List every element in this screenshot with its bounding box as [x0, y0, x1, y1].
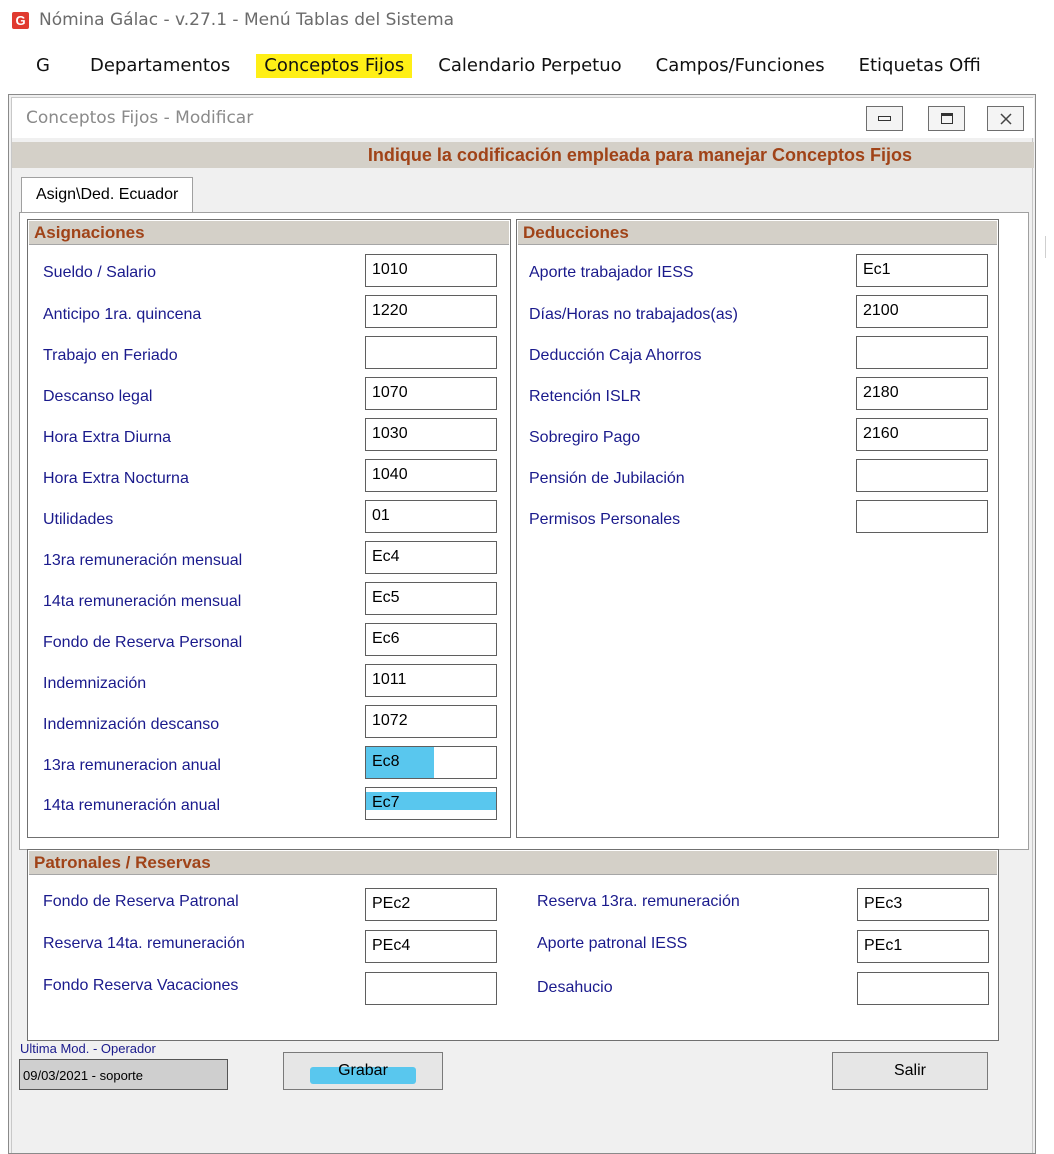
label-fondo-reserva-vacaciones: Fondo Reserva Vacaciones: [43, 977, 239, 994]
label-permisos-personales: Permisos Personales: [529, 511, 681, 528]
label-14ta-remuneracion-anual: 14ta remuneración anual: [43, 797, 221, 814]
last-mod-value: 09/03/2021 - soporte: [19, 1059, 228, 1090]
field-hora-extra-nocturna[interactable]: 1040: [365, 459, 497, 492]
label-pension-jubilacion: Pensión de Jubilación: [529, 470, 685, 487]
patronales-group: Patronales / Reservas Fondo de Reserva P…: [27, 849, 999, 1041]
field-permisos-personales[interactable]: [856, 500, 988, 533]
save-button-label: Grabar: [338, 1062, 388, 1079]
minimize-icon: [878, 116, 891, 121]
field-sueldo-salario[interactable]: 1010: [365, 254, 497, 287]
label-aporte-patronal-iess: Aporte patronal IESS: [537, 935, 688, 952]
field-desahucio[interactable]: [857, 972, 989, 1005]
window-title: Conceptos Fijos - Modificar: [26, 108, 254, 128]
label-reserva-13ra-remuneracion: Reserva 13ra. remuneración: [537, 893, 740, 910]
menu-item-g[interactable]: G: [28, 54, 58, 78]
label-deduccion-caja-ahorros: Deducción Caja Ahorros: [529, 347, 702, 364]
label-indemnizacion: Indemnización: [43, 675, 147, 692]
field-anticipo-quincena[interactable]: 1220: [365, 295, 497, 328]
field-14ta-remuneracion-mensual[interactable]: Ec5: [365, 582, 497, 615]
asignaciones-header: Asignaciones: [29, 221, 509, 245]
field-pension-jubilacion[interactable]: [856, 459, 988, 492]
menu-item-conceptos-fijos[interactable]: Conceptos Fijos: [256, 54, 413, 78]
field-aporte-trabajador-iess[interactable]: Ec1: [856, 254, 988, 287]
field-fondo-reserva-vacaciones[interactable]: [365, 972, 497, 1005]
field-retencion-islr[interactable]: 2180: [856, 377, 988, 410]
minimize-button[interactable]: [866, 106, 903, 131]
field-dias-horas-no-trabajados[interactable]: 2100: [856, 295, 988, 328]
label-aporte-trabajador-iess: Aporte trabajador IESS: [529, 264, 694, 281]
label-dias-horas-no-trabajados: Días/Horas no trabajados(as): [529, 306, 738, 323]
menu-item-departamentos[interactable]: Departamentos: [82, 54, 238, 78]
deducciones-group: Deducciones Aporte trabajador IESS Ec1 D…: [516, 219, 999, 838]
exit-button-label: Salir: [893, 1062, 926, 1079]
label-hora-extra-nocturna: Hora Extra Nocturna: [43, 470, 189, 487]
label-hora-extra-diurna: Hora Extra Diurna: [43, 429, 172, 446]
last-mod-label: Ultima Mod. - Operador: [20, 1041, 156, 1056]
restore-icon: [940, 113, 953, 124]
field-13ra-remuneracion-anual[interactable]: Ec8: [365, 746, 497, 779]
label-descanso-legal: Descanso legal: [43, 388, 153, 405]
conceptos-fijos-window: Conceptos Fijos - Modificar Indique la c…: [8, 94, 1036, 1154]
label-13ra-remuneracion-anual: 13ra remuneracion anual: [43, 757, 221, 774]
field-descanso-legal[interactable]: 1070: [365, 377, 497, 410]
close-button[interactable]: [987, 106, 1024, 131]
menu-item-calendario-perpetuo[interactable]: Calendario Perpetuo: [430, 54, 629, 78]
asignaciones-group: Asignaciones Sueldo / Salario 1010 Antic…: [27, 219, 511, 838]
app-title-bar: G Nómina Gálac - v.27.1 - Menú Tablas de…: [12, 8, 454, 32]
tab-asign-ded-ecuador[interactable]: Asign\Ded. Ecuador: [21, 177, 194, 213]
scrollbar-edge[interactable]: [1045, 236, 1054, 258]
label-utilidades: Utilidades: [43, 511, 114, 528]
app-title: Nómina Gálac - v.27.1 - Menú Tablas del …: [39, 10, 455, 30]
save-button[interactable]: Grabar: [283, 1052, 443, 1090]
field-sobregiro-pago[interactable]: 2160: [856, 418, 988, 451]
label-desahucio: Desahucio: [537, 979, 613, 996]
field-13ra-remuneracion-mensual[interactable]: Ec4: [365, 541, 497, 574]
restore-button[interactable]: [928, 106, 965, 131]
field-fondo-reserva-personal[interactable]: Ec6: [365, 623, 497, 656]
field-hora-extra-diurna[interactable]: 1030: [365, 418, 497, 451]
label-anticipo-quincena: Anticipo 1ra. quincena: [43, 306, 202, 323]
label-retencion-islr: Retención ISLR: [529, 388, 642, 405]
field-deduccion-caja-ahorros[interactable]: [856, 336, 988, 369]
label-fondo-reserva-patronal: Fondo de Reserva Patronal: [43, 893, 239, 910]
field-aporte-patronal-iess[interactable]: PEc1: [857, 930, 989, 963]
close-icon: [999, 112, 1012, 125]
label-13ra-remuneracion-mensual: 13ra remuneración mensual: [43, 552, 243, 569]
field-fondo-reserva-patronal[interactable]: PEc2: [365, 888, 497, 921]
deducciones-header: Deducciones: [518, 221, 997, 245]
patronales-header: Patronales / Reservas: [29, 851, 997, 875]
app-logo-icon: G: [12, 11, 29, 29]
label-fondo-reserva-personal: Fondo de Reserva Personal: [43, 634, 243, 651]
field-indemnizacion[interactable]: 1011: [365, 664, 497, 697]
menu-item-campos-funciones[interactable]: Campos/Funciones: [648, 54, 833, 78]
label-sobregiro-pago: Sobregiro Pago: [529, 429, 641, 446]
menu-item-etiquetas-office[interactable]: Etiquetas Offi: [851, 54, 989, 78]
exit-button[interactable]: Salir: [832, 1052, 988, 1090]
label-14ta-remuneracion-mensual: 14ta remuneración mensual: [43, 593, 242, 610]
window-title-bar[interactable]: Conceptos Fijos - Modificar: [12, 98, 1034, 138]
instruction-banner: Indique la codificación empleada para ma…: [12, 142, 1034, 168]
field-reserva-13ra-remuneracion[interactable]: PEc3: [857, 888, 989, 921]
label-reserva-14ta-remuneracion: Reserva 14ta. remuneración: [43, 935, 245, 952]
label-trabajo-feriado: Trabajo en Feriado: [43, 347, 178, 364]
field-trabajo-feriado[interactable]: [365, 336, 497, 369]
label-sueldo-salario: Sueldo / Salario: [43, 264, 156, 281]
field-indemnizacion-descanso[interactable]: 1072: [365, 705, 497, 738]
field-reserva-14ta-remuneracion[interactable]: PEc4: [365, 930, 497, 963]
menu-bar: G Departamentos Conceptos Fijos Calendar…: [0, 52, 1007, 80]
field-14ta-remuneracion-anual[interactable]: Ec7: [365, 787, 497, 820]
label-indemnizacion-descanso: Indemnización descanso: [43, 716, 220, 733]
field-utilidades[interactable]: 01: [365, 500, 497, 533]
banner-text: Indique la codificación empleada para ma…: [367, 145, 912, 165]
